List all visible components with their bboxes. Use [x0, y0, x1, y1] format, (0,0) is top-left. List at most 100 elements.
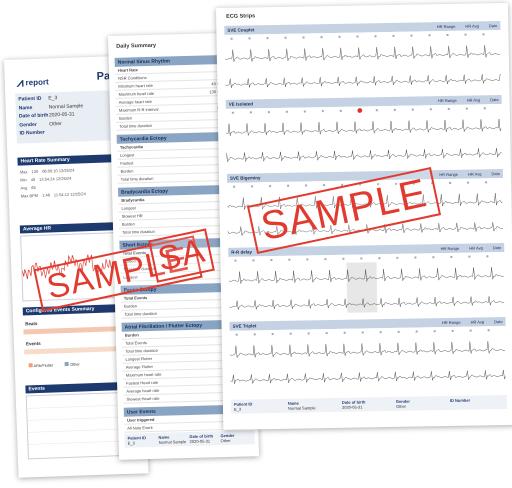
beat-marker: [306, 258, 309, 261]
beat-marker: [432, 256, 435, 259]
beat-marker: [482, 33, 485, 36]
hr-row: Max 130 06:00:10 12/25/24: [19, 167, 75, 175]
ecg-trace: [229, 325, 507, 393]
strip-hr-range: HR Range: [437, 97, 457, 104]
beat-marker: [428, 34, 431, 37]
ecg-lead-trace: [229, 341, 506, 358]
beat-marker: [252, 259, 255, 262]
strips-footer: Patient ID E_3 Name Normal Sample Date of …: [230, 394, 508, 414]
beat-marker: [302, 36, 305, 39]
strip-date: Date: [491, 171, 500, 177]
beat-marker: [235, 333, 238, 336]
beats-label: Beats: [25, 320, 38, 327]
ecg-trace: [228, 252, 506, 319]
beat-marker: [414, 256, 417, 259]
ecg-lead-trace: [225, 74, 501, 88]
beat-marker: [305, 184, 308, 187]
beat-marker: [324, 258, 327, 261]
strip-hr-avg: HR Avg: [469, 245, 483, 251]
beat-marker: [271, 333, 274, 336]
hr-row: Avg 65: [20, 184, 36, 191]
beat-marker: [287, 184, 290, 187]
beat-marker: [267, 111, 270, 114]
strip-hr-range: HR Range: [441, 319, 461, 326]
beat-marker: [251, 185, 254, 188]
beat-marker: [253, 333, 256, 336]
beat-marker: [248, 37, 251, 40]
strip-date: Date: [488, 23, 498, 29]
beat-marker: [411, 108, 414, 111]
beat-marker: [288, 258, 291, 261]
summary-footer: Patient ID E_3 Name Normal Sample Date of …: [124, 430, 255, 448]
beat-marker: [323, 184, 326, 187]
beat-marker: [233, 185, 236, 188]
beat-marker: [343, 331, 346, 334]
heart-rate-table: Max 130 06:00:10 12/25/24 Min 49 13:54:24 12…: [20, 166, 121, 201]
strip-date: Date: [490, 97, 499, 103]
report-logo: ⩘ report: [17, 74, 49, 90]
beat-marker: [410, 34, 413, 37]
ecg-trace: [225, 104, 503, 171]
strip-hr-range: HR Range: [436, 23, 456, 30]
beat-marker: [285, 110, 288, 113]
strip-date: Date: [492, 245, 502, 251]
beat-marker: [356, 35, 359, 38]
strip-date: Date: [494, 319, 503, 325]
beat-marker: [307, 332, 310, 335]
beat-marker: [303, 110, 306, 113]
strip-name: SVE Bigeminy: [229, 175, 261, 181]
strip-hr-avg: HR Avg: [465, 23, 479, 29]
beat-marker: [289, 332, 292, 335]
events-label: Events: [25, 340, 41, 347]
ecg-strip: R-R delay HR Range HR Avg Date: [228, 243, 506, 319]
ecg-lead-trace: [226, 119, 502, 136]
beat-marker: [433, 330, 436, 333]
strip-hr-avg: HR Avg: [466, 97, 481, 103]
ecg-strip: VE Isolated HR Range HR Avg Date: [225, 95, 503, 171]
beat-marker: [249, 111, 252, 114]
strip-hr-range: HR Range: [439, 171, 459, 178]
summary-title: Daily Summary: [116, 42, 157, 50]
logo-text: report: [25, 77, 49, 88]
strip-hr-avg: HR Avg: [467, 171, 482, 177]
beat-marker: [429, 108, 432, 111]
ecg-lead-trace: [226, 148, 502, 163]
beat-marker: [393, 108, 396, 111]
hr-row: Max BPM 1:46 11:54:12 12/25/24: [20, 191, 86, 199]
beat-marker: [397, 330, 400, 333]
beat-marker: [468, 255, 471, 258]
beat-marker: [450, 255, 453, 258]
beat-marker: [360, 257, 363, 260]
beat-marker: [451, 329, 454, 332]
ecg-lead-trace: [230, 370, 506, 385]
beat-marker: [465, 107, 468, 110]
event-marker-icon: [357, 108, 363, 113]
ecg-strip: SVE Couplet HR Range HR Avg Date: [224, 21, 502, 97]
beat-marker: [342, 257, 345, 260]
ecg-strip: SVE Triplet HR Range HR Avg Date: [229, 316, 507, 393]
beat-marker: [321, 110, 324, 113]
strip-hr-avg: HR Avg: [470, 319, 485, 325]
hr-row: Min 49 13:54:24 12/25/24: [20, 175, 72, 183]
beat-marker: [396, 256, 399, 259]
beat-marker: [338, 35, 341, 38]
strip-name: VE Isolated: [228, 101, 253, 107]
legend-swatch: [65, 361, 70, 367]
beat-marker: [269, 185, 272, 188]
beat-marker: [464, 33, 467, 36]
beat-marker: [375, 109, 378, 112]
beat-marker: [231, 111, 234, 114]
beat-marker: [230, 37, 233, 40]
beat-marker: [467, 181, 470, 184]
legend-swatch: [28, 363, 33, 368]
beat-marker: [447, 107, 450, 110]
beat-marker: [415, 330, 418, 333]
beat-marker: [374, 35, 377, 38]
strip-hr-range: HR Range: [440, 245, 460, 252]
beat-marker: [234, 259, 237, 262]
beat-marker: [446, 33, 449, 36]
strip-list: SVE Couplet HR Range HR Avg Date VE Isolated…: [216, 3, 508, 393]
beat-marker: [487, 329, 490, 332]
beat-marker: [339, 109, 342, 112]
beat-marker: [378, 257, 381, 260]
